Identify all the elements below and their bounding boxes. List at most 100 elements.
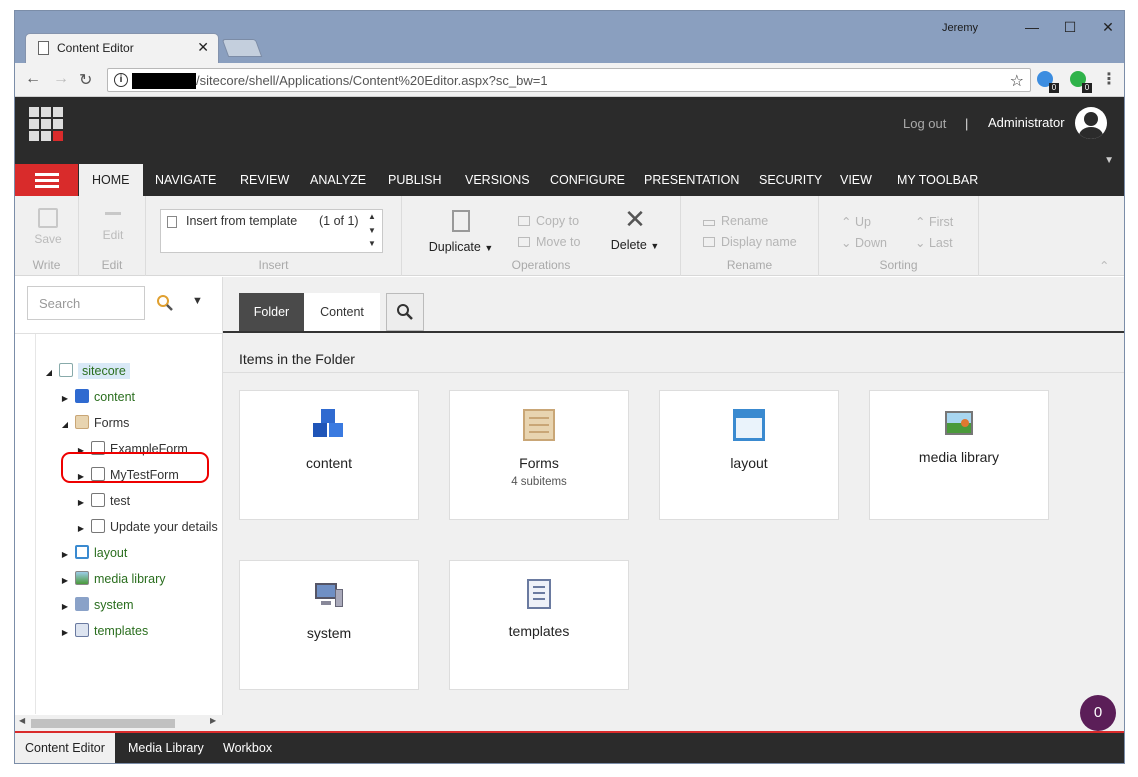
tree-node-test[interactable]: ▶ test [75, 491, 130, 511]
maximize-icon[interactable]: ☐ [1055, 17, 1085, 37]
scroll-up-icon[interactable]: ▲ [366, 212, 378, 221]
tree-node-system[interactable]: ▶ system [59, 595, 134, 615]
tree-node-forms[interactable]: ◢ Forms [59, 413, 129, 433]
tree-node-update-details[interactable]: ▶ Update your details [75, 517, 223, 537]
browser-menu-icon[interactable]: ⋮ [1101, 69, 1117, 89]
collapse-icon[interactable]: ◢ [43, 363, 55, 383]
tab-my-toolbar[interactable]: MY TOOLBAR [884, 164, 991, 196]
sort-last-button[interactable]: ⌄ Last [915, 235, 953, 250]
sort-up-button[interactable]: ⌃ Up [841, 214, 871, 229]
tab-presentation[interactable]: PRESENTATION [631, 164, 752, 196]
delete-button[interactable]: ✕ Delete ▼ [607, 206, 663, 252]
folder-tile-forms[interactable]: Forms 4 subitems [449, 390, 629, 520]
collapse-icon[interactable]: ◢ [59, 415, 71, 435]
edit-icon [105, 212, 121, 224]
address-bar[interactable]: i /sitecore/shell/Applications/Content%2… [107, 68, 1031, 92]
rename-button[interactable]: Rename [703, 214, 768, 228]
logout-link[interactable]: Log out [903, 116, 946, 131]
insert-count: (1 of 1) [319, 214, 359, 228]
sort-first-button[interactable]: ⌃ First [915, 214, 953, 229]
tree-node-label: templates [94, 624, 149, 638]
expand-icon[interactable]: ▶ [59, 597, 71, 617]
minimize-icon[interactable]: — [1017, 17, 1047, 37]
tab-home[interactable]: HOME [79, 164, 143, 196]
display-name-button[interactable]: Display name [703, 235, 797, 249]
tree-node-content[interactable]: ▶ content [59, 387, 135, 407]
forward-icon[interactable]: → [53, 70, 69, 88]
duplicate-button[interactable]: Duplicate ▼ [425, 210, 497, 254]
scroll-left-icon[interactable]: ◀ [19, 716, 25, 725]
close-tab-icon[interactable]: ✕ [197, 39, 209, 56]
tab-versions[interactable]: VERSIONS [452, 164, 543, 196]
launchpad-grid-icon[interactable] [29, 107, 63, 141]
tree-node-media-library[interactable]: ▶ media library [59, 569, 166, 589]
expand-icon[interactable]: ▶ [75, 519, 87, 537]
insert-gallery[interactable]: Insert from template (1 of 1) ▲ ▼ ▼ [160, 209, 383, 253]
expand-icon[interactable]: ▶ [75, 493, 87, 513]
reload-icon[interactable]: ↻ [79, 70, 92, 90]
extension-ghost-icon[interactable]: 0 [1037, 71, 1059, 93]
copy-to-button[interactable]: Copy to [518, 214, 579, 228]
cubes-icon [75, 389, 89, 403]
folder-tile-templates[interactable]: templates [449, 560, 629, 690]
tree-search-input[interactable] [27, 286, 145, 320]
bottom-tab-media-library[interactable]: Media Library [118, 733, 214, 763]
close-window-icon[interactable]: ✕ [1093, 17, 1123, 37]
tree-divider [15, 333, 222, 334]
expand-icon[interactable]: ▶ [59, 389, 71, 409]
bottom-tab-content-editor[interactable]: Content Editor [15, 733, 115, 763]
tab-configure[interactable]: CONFIGURE [537, 164, 638, 196]
scroll-down-icon[interactable]: ▼ [366, 226, 378, 235]
folder-tile-media-library[interactable]: media library [869, 390, 1049, 520]
first-icon: ⌃ [915, 215, 926, 229]
tab-publish[interactable]: PUBLISH [375, 164, 455, 196]
tab-navigate[interactable]: NAVIGATE [142, 164, 229, 196]
tree-horizontal-scrollbar[interactable]: ◀ ▶ [15, 715, 223, 731]
search-options-dropdown-icon[interactable]: ▼ [192, 295, 203, 307]
folder-tile-layout[interactable]: layout [659, 390, 839, 520]
user-name[interactable]: Administrator [988, 115, 1065, 130]
application-menu-icon[interactable] [15, 164, 78, 196]
tab-view[interactable]: VIEW [827, 164, 885, 196]
tree-node-sitecore[interactable]: ◢ sitecore [43, 361, 130, 381]
new-tab-button[interactable] [221, 39, 263, 57]
move-to-button[interactable]: Move to [518, 235, 580, 249]
folder-tile-system[interactable]: system [239, 560, 419, 690]
avatar[interactable] [1075, 107, 1107, 139]
browser-tab[interactable]: Content Editor ✕ [25, 33, 219, 63]
tab-folder[interactable]: Folder [239, 293, 304, 331]
scrollbar-thumb[interactable] [31, 719, 175, 728]
back-icon[interactable]: ← [25, 70, 41, 88]
tab-security[interactable]: SECURITY [746, 164, 835, 196]
sort-down-button[interactable]: ⌄ Down [841, 235, 887, 250]
expand-icon[interactable]: ▶ [59, 623, 71, 643]
sitecore-icon [59, 363, 73, 377]
browser-profile-name[interactable]: Jeremy [942, 22, 978, 34]
notification-badge[interactable]: 0 [1080, 695, 1116, 731]
bottom-tab-workbox[interactable]: Workbox [213, 733, 282, 763]
image-icon [75, 571, 89, 585]
tab-analyze[interactable]: ANALYZE [297, 164, 379, 196]
insert-option[interactable]: Insert from template [186, 214, 297, 228]
url-text[interactable]: /sitecore/shell/Applications/Content%20E… [196, 73, 548, 88]
expand-icon[interactable]: ▶ [59, 571, 71, 591]
extension-shield-icon[interactable]: 0 [1070, 71, 1092, 93]
bookmark-star-icon[interactable]: ☆ [1010, 71, 1024, 91]
info-icon[interactable]: i [114, 73, 128, 87]
tab-content[interactable]: Content [304, 293, 380, 331]
expand-icon[interactable]: ▶ [59, 545, 71, 565]
tree-node-templates[interactable]: ▶ templates [59, 621, 148, 641]
search-icon[interactable] [156, 294, 174, 312]
collapse-ribbon-icon[interactable]: ⌃ [1099, 258, 1109, 273]
search-tab-button[interactable] [386, 293, 424, 331]
expand-gallery-icon[interactable]: ▼ [366, 239, 378, 248]
ribbon-options-icon[interactable]: ▼ [1104, 155, 1114, 166]
tile-subitems: 4 subitems [511, 476, 567, 488]
edit-button[interactable]: Edit [98, 208, 128, 242]
save-icon [38, 208, 58, 228]
scroll-right-icon[interactable]: ▶ [210, 716, 216, 725]
save-button[interactable]: Save [33, 208, 63, 246]
folder-tile-content[interactable]: content [239, 390, 419, 520]
tab-review[interactable]: REVIEW [227, 164, 302, 196]
tree-node-layout[interactable]: ▶ layout [59, 543, 127, 563]
